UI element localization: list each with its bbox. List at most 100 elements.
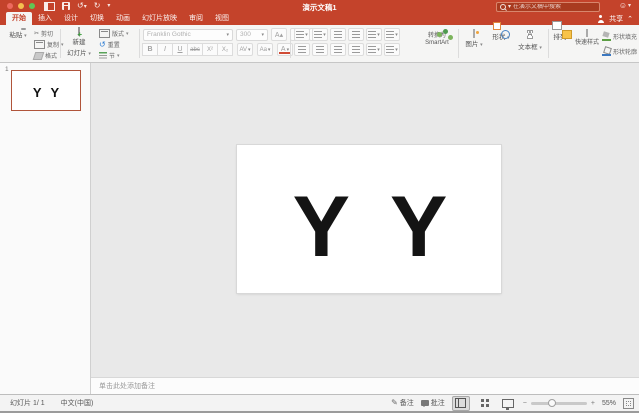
tab-home[interactable]: 开始 xyxy=(6,12,32,25)
new-slide-button[interactable]: 新建 幻灯片 ▾ xyxy=(64,28,94,57)
format-painter-button[interactable]: 格式 xyxy=(34,51,57,60)
line-spacing-icon xyxy=(368,31,376,38)
chevron-down-icon: ▾ xyxy=(88,51,91,57)
feedback-button[interactable]: ☺▾ xyxy=(619,1,631,10)
title-bar: ↺▾ ↻ ▾ 演示文稿1 ▾ ☺▾ xyxy=(0,0,639,12)
search-scope-icon[interactable]: ▾ xyxy=(508,4,511,10)
reset-icon: ↺ xyxy=(99,41,106,49)
normal-view-button[interactable] xyxy=(452,396,470,411)
search-icon xyxy=(500,4,506,10)
justify-icon xyxy=(352,46,360,53)
layout-button[interactable]: 版式▾ xyxy=(99,29,129,38)
fit-window-icon[interactable] xyxy=(623,398,634,409)
slide-counter: 幻灯片 1/ 1 xyxy=(10,398,45,408)
shapes-button[interactable]: 形状 ▾ xyxy=(489,30,513,41)
indent-increase-button[interactable] xyxy=(348,28,364,41)
zoom-level[interactable]: 55% xyxy=(602,400,616,407)
slide-canvas[interactable]: Y Y xyxy=(237,145,501,293)
align-right-icon xyxy=(334,46,342,53)
chevron-down-icon: ▾ xyxy=(261,32,264,38)
indent-decrease-icon xyxy=(334,31,342,38)
textbox-icon: A xyxy=(527,30,534,39)
notes-pane[interactable]: 单击此处添加备注 xyxy=(91,377,639,395)
align-center-button[interactable] xyxy=(312,43,328,56)
bullets-button[interactable]: ▾ xyxy=(294,28,310,41)
align-left-icon xyxy=(298,46,306,53)
numbering-icon xyxy=(314,31,322,38)
indent-decrease-button[interactable] xyxy=(330,28,346,41)
shape-fill-button[interactable]: 形状填充▾ xyxy=(602,32,639,41)
group-separator xyxy=(458,29,459,58)
align-left-button[interactable] xyxy=(294,43,310,56)
align-center-icon xyxy=(316,46,324,53)
slide-sorter-icon xyxy=(481,399,489,407)
slide-thumbnail-1[interactable]: Y Y xyxy=(11,70,81,111)
justify-button[interactable] xyxy=(348,43,364,56)
text-direction-button[interactable]: ▾ xyxy=(384,28,400,41)
slide-text-letter[interactable]: Y xyxy=(293,184,348,270)
smiley-icon: ☺ xyxy=(619,1,627,10)
search-input[interactable] xyxy=(513,4,596,10)
notes-toggle-button[interactable]: ✎ 备注 xyxy=(391,398,414,408)
zoom-slider[interactable] xyxy=(531,402,587,405)
bold-button[interactable]: B xyxy=(142,43,158,56)
picture-button[interactable]: 图片 ▾ xyxy=(462,30,486,48)
strikethrough-button[interactable]: abc xyxy=(187,43,203,56)
tab-animations[interactable]: 动画 xyxy=(110,12,136,25)
italic-button[interactable]: I xyxy=(157,43,173,56)
tab-design[interactable]: 设计 xyxy=(58,12,84,25)
reset-button[interactable]: ↺重置 xyxy=(99,40,120,49)
bullets-icon xyxy=(296,31,304,38)
tab-slideshow[interactable]: 幻灯片放映 xyxy=(136,12,183,25)
layout-icon xyxy=(99,29,110,38)
change-case-button[interactable]: Aa▾ xyxy=(257,43,273,56)
notes-icon: ✎ xyxy=(391,399,398,407)
arrange-button[interactable]: 排列 ▾ xyxy=(551,30,573,41)
chevron-down-icon: ▾ xyxy=(226,32,229,38)
underline-button[interactable]: U xyxy=(172,43,188,56)
group-separator xyxy=(548,29,549,58)
shape-outline-button[interactable]: 形状轮廓▾ xyxy=(602,47,639,56)
new-slide-icon xyxy=(78,27,80,36)
subscript-button[interactable]: X₂ xyxy=(217,43,233,56)
font-size-select[interactable]: 300▾ xyxy=(236,29,268,41)
comments-toggle-button[interactable]: 批注 xyxy=(421,398,445,408)
slide-text-letter[interactable]: Y xyxy=(390,184,445,270)
superscript-button[interactable]: X² xyxy=(202,43,218,56)
textbox-button[interactable]: A 文本框 ▾ xyxy=(516,30,544,51)
align-right-button[interactable] xyxy=(330,43,346,56)
convert-to-smartart-button[interactable]: 转换为 SmartArt xyxy=(420,29,454,46)
align-text-icon xyxy=(386,46,394,53)
character-spacing-button[interactable]: AV▾ xyxy=(237,43,253,56)
chevron-down-icon: ▾ xyxy=(628,3,631,9)
share-button[interactable]: 共享 xyxy=(609,14,623,24)
cut-button[interactable]: ✂剪切 xyxy=(34,29,53,38)
ribbon-tabs: 开始 插入 设计 切换 动画 幻灯片放映 审阅 视图 xyxy=(6,12,235,25)
quick-styles-button[interactable]: 快速样式 xyxy=(574,30,600,46)
section-button[interactable]: 节▾ xyxy=(99,51,120,60)
share-area: 共享 ⌃ xyxy=(597,12,633,25)
increase-font-button[interactable]: A▴ xyxy=(271,28,287,41)
align-text-button[interactable]: ▾ xyxy=(384,43,400,56)
status-bar: 幻灯片 1/ 1 中文(中国) ✎ 备注 批注 − + 55% xyxy=(0,394,639,413)
font-name-select[interactable]: Franklin Gothic▾ xyxy=(143,29,233,41)
slideshow-button[interactable] xyxy=(500,397,516,410)
slide-sorter-button[interactable] xyxy=(477,397,493,410)
slide-thumbnail-panel: 1 Y Y xyxy=(0,63,91,395)
line-spacing-button[interactable]: ▾ xyxy=(366,28,382,41)
columns-icon xyxy=(368,46,376,53)
tab-insert[interactable]: 插入 xyxy=(32,12,58,25)
zoom-out-button[interactable]: − xyxy=(523,400,527,407)
columns-button[interactable]: ▾ xyxy=(366,43,382,56)
language-indicator[interactable]: 中文(中国) xyxy=(61,398,94,408)
numbering-button[interactable]: ▾ xyxy=(312,28,328,41)
zoom-slider-thumb[interactable] xyxy=(548,399,556,407)
tab-review[interactable]: 审阅 xyxy=(183,12,209,25)
collapse-ribbon-icon[interactable]: ⌃ xyxy=(627,15,633,23)
shape-outline-icon xyxy=(602,47,611,56)
tab-transitions[interactable]: 切换 xyxy=(84,12,110,25)
tab-view[interactable]: 视图 xyxy=(209,12,235,25)
zoom-in-button[interactable]: + xyxy=(591,400,595,407)
search-box[interactable]: ▾ xyxy=(496,2,600,12)
paste-button[interactable]: 粘贴 ▾ xyxy=(6,28,30,39)
